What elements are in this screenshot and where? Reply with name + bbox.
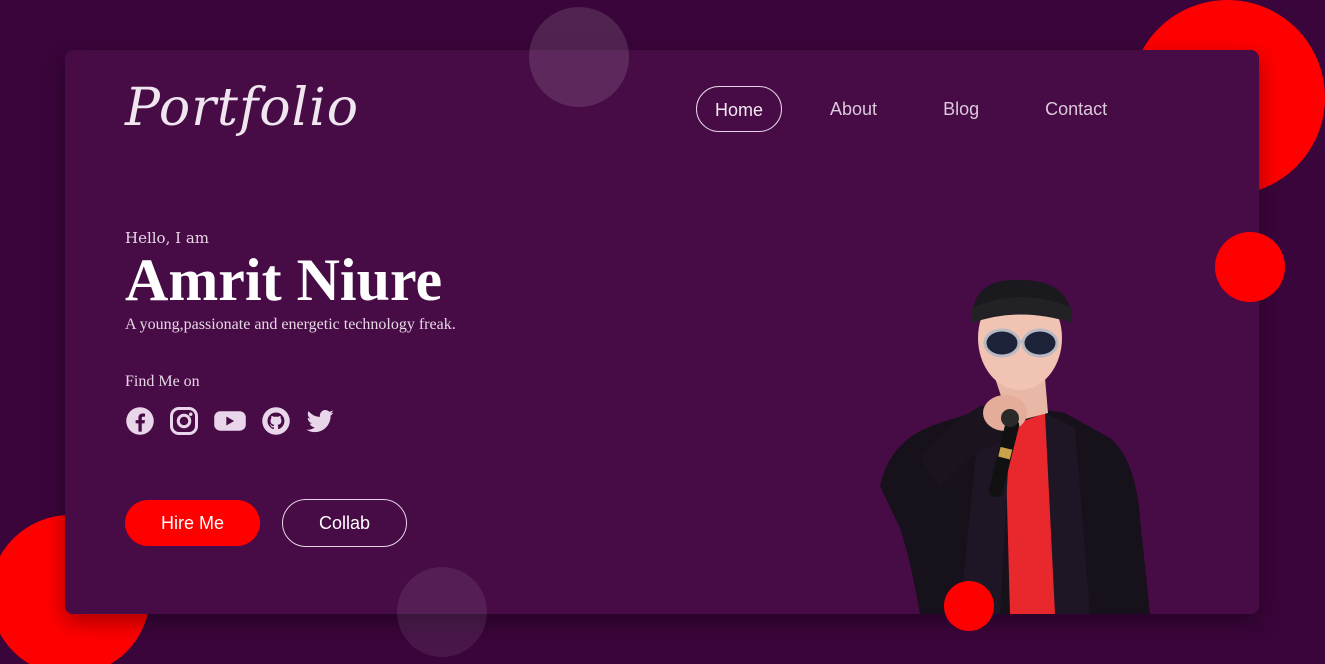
nav-item-contact[interactable]: Contact xyxy=(1027,86,1125,132)
decor-circle-faint-bottom xyxy=(397,567,487,657)
main-nav: Home About Blog Contact xyxy=(696,86,1155,132)
decor-circle-red-photo xyxy=(944,581,994,631)
facebook-icon[interactable] xyxy=(125,406,155,436)
greeting: Hello, I am xyxy=(125,229,209,247)
collab-button[interactable]: Collab xyxy=(282,499,407,547)
nav-item-about[interactable]: About xyxy=(812,86,895,132)
twitter-icon[interactable] xyxy=(305,406,335,436)
nav-item-blog[interactable]: Blog xyxy=(925,86,997,132)
github-icon[interactable] xyxy=(261,406,291,436)
page: Portfolio Home About Blog Contact Hello,… xyxy=(0,0,1325,664)
hire-me-button[interactable]: Hire Me xyxy=(125,500,260,546)
hero-card: Portfolio Home About Blog Contact Hello,… xyxy=(65,50,1259,614)
instagram-icon[interactable] xyxy=(169,406,199,436)
youtube-icon[interactable] xyxy=(213,406,247,436)
logo[interactable]: Portfolio xyxy=(125,78,359,138)
nav-item-home[interactable]: Home xyxy=(696,86,783,132)
social-links xyxy=(125,406,335,436)
decor-circle-red-right xyxy=(1215,232,1285,302)
find-me-label: Find Me on xyxy=(125,373,200,390)
hero-name: Amrit Niure xyxy=(125,247,443,313)
decor-circle-faint-top xyxy=(529,7,629,107)
hero-tagline: A young,passionate and energetic technol… xyxy=(125,316,456,333)
profile-photo xyxy=(860,228,1160,614)
